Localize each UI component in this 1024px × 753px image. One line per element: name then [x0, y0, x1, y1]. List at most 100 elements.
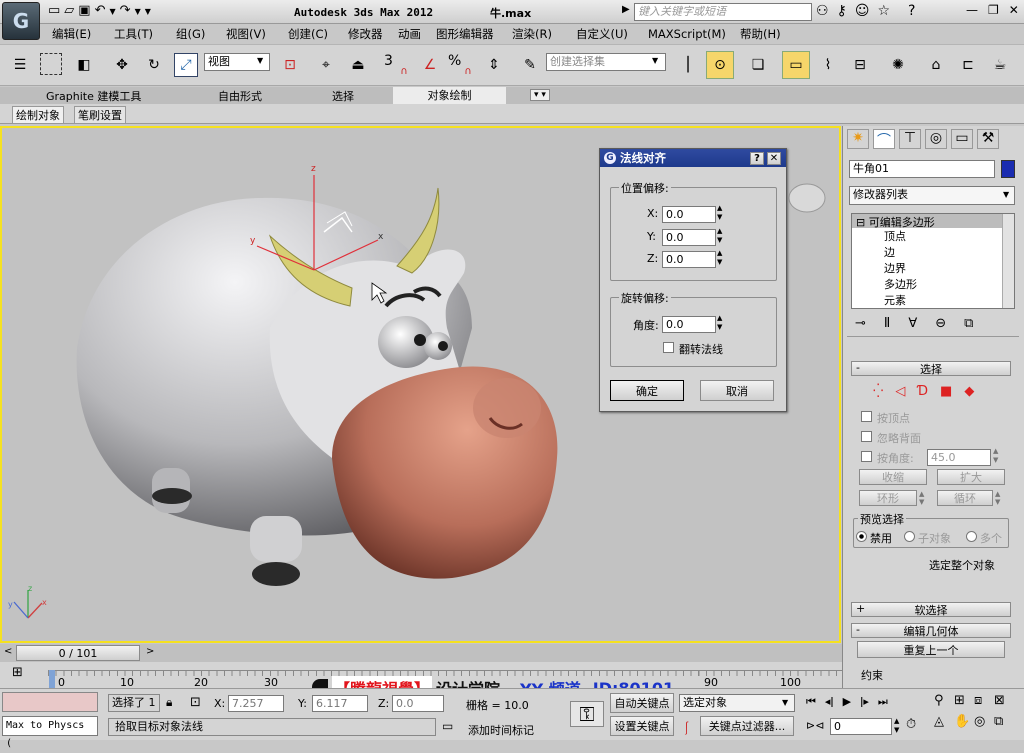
dialog-help-button[interactable]: ? [750, 152, 764, 165]
preview-multi-radio[interactable] [966, 531, 977, 542]
ignore-backfacing-checkbox[interactable] [861, 431, 872, 442]
align-icon[interactable]: ⊙ [706, 51, 734, 79]
zoom-extents-all-icon[interactable]: ⊠ [994, 693, 1014, 708]
rollout-edit-geometry-header[interactable]: - 编辑几何体 [851, 623, 1011, 638]
current-frame-input[interactable]: 0 [830, 718, 892, 735]
cancel-button[interactable]: 取消 [700, 380, 774, 401]
tab-object-paint[interactable]: 对象绘制 [393, 87, 506, 104]
stack-item-edge[interactable]: 边 [852, 244, 1014, 260]
coord-dropdown-icon[interactable]: ▼ [257, 56, 263, 65]
configure-sets-icon[interactable]: ⧉ [964, 316, 973, 331]
flip-normal-checkbox[interactable] [663, 342, 674, 353]
menu-maxscript[interactable]: MAXScript(M) [648, 27, 726, 41]
time-slider-thumb[interactable]: 0 / 101 [16, 645, 140, 661]
quick-access-menu-icon[interactable]: ▼ [145, 3, 151, 18]
open-file-icon[interactable]: ▱ [64, 3, 74, 18]
set-key-button[interactable]: 设置关键点 [610, 716, 674, 736]
lock-selection-icon[interactable]: 🔒︎ [166, 695, 172, 710]
menu-group[interactable]: 组(G) [176, 26, 205, 42]
schematic-icon[interactable]: ⊟ [848, 53, 872, 77]
stack-item-element[interactable]: 元素 [852, 292, 1014, 308]
angle-spinner-icon[interactable]: ▲ ▼ [717, 314, 722, 332]
ring-spinner-icon[interactable]: ▲ ▼ [919, 490, 924, 506]
menu-edit[interactable]: 编辑(E) [52, 26, 91, 42]
add-time-tag-text[interactable]: 添加时间标记 [468, 722, 534, 738]
window-crossing-icon[interactable]: ◧ [72, 53, 96, 77]
render-teapot-icon[interactable]: ☕ [988, 53, 1012, 77]
menu-customize[interactable]: 自定义(U) [576, 26, 628, 42]
select-region-icon[interactable] [40, 53, 62, 75]
minimize-icon[interactable]: — [966, 3, 978, 17]
pos-x-spinner-icon[interactable]: ▲ ▼ [717, 204, 722, 222]
ribbon-options-icon[interactable]: ▾ ▾ [530, 89, 550, 101]
layer-manager-icon[interactable]: ❏ [746, 53, 770, 77]
vertex-mode-icon[interactable]: ⁛ [873, 384, 883, 399]
remove-modifier-icon[interactable]: ⊖ [935, 316, 946, 331]
snap-magnet-icon[interactable]: ∩ [392, 59, 416, 83]
element-mode-icon[interactable]: ◆ [964, 384, 974, 399]
pos-z-input[interactable]: 0.0 [662, 251, 716, 268]
object-name-input[interactable]: 牛角01 [849, 160, 995, 178]
time-config-icon[interactable]: ⏱ [906, 717, 916, 732]
coord-y-input[interactable]: 6.117 [312, 695, 368, 712]
modifier-list-dropdown-icon[interactable]: ▼ [1003, 190, 1009, 199]
restore-icon[interactable]: ❐ [988, 3, 999, 17]
undo-dropdown-icon[interactable]: ▼ [110, 3, 116, 18]
rollout-selection-header[interactable]: - 选择 [851, 361, 1011, 376]
rollout-soft-selection-header[interactable]: + 软选择 [851, 602, 1011, 617]
search-arrow-icon[interactable]: ▶ [622, 4, 630, 15]
loop-spinner-icon[interactable]: ▲ ▼ [995, 490, 1000, 506]
stack-item-vertex[interactable]: 顶点 [852, 228, 1014, 244]
scale-icon[interactable]: ⤢ [174, 53, 198, 77]
make-unique-icon[interactable]: ∀ [908, 316, 917, 331]
by-angle-checkbox[interactable] [861, 451, 872, 462]
time-slider-bar[interactable]: < 0 / 101 > [0, 644, 842, 662]
spinner-snap-icon[interactable]: ⇕ [482, 53, 506, 77]
dialog-title-bar[interactable]: G 法线对齐 ? ✕ [600, 149, 786, 167]
tab-selection[interactable]: 选择 [332, 88, 354, 104]
star-icon[interactable]: ☆ [877, 3, 890, 19]
absolute-mode-icon[interactable]: ⊡ [190, 695, 201, 710]
move-icon[interactable]: ✥ [110, 53, 134, 77]
selection-dropdown-icon[interactable]: ▼ [652, 56, 658, 65]
pan-icon[interactable]: ✋ [954, 714, 974, 729]
mirror-icon[interactable]: ⎮ [676, 53, 700, 77]
material-editor-icon[interactable]: ✺ [886, 53, 910, 77]
menu-help[interactable]: 帮助(H) [740, 26, 781, 42]
preview-off-radio[interactable] [856, 531, 867, 542]
modify-panel-icon[interactable]: ⌒ [873, 129, 895, 149]
stack-item-border[interactable]: 边界 [852, 260, 1014, 276]
app-logo-icon[interactable]: G [2, 2, 40, 40]
modifier-stack[interactable]: ⊟ 可编辑多边形 顶点 边 边界 多边形 元素 [851, 213, 1015, 309]
time-prev-icon[interactable]: < [4, 646, 12, 657]
goto-start-icon[interactable]: ⏮ [806, 695, 816, 709]
subtab-paint-objects[interactable]: 绘制对象 [12, 106, 64, 124]
key-selection-dropdown-icon[interactable]: ▼ [782, 698, 788, 707]
manipulate-icon[interactable]: ⌖ [314, 53, 338, 77]
next-frame-icon[interactable]: ǀ▸ [860, 695, 869, 709]
utilities-panel-icon[interactable]: ⚒ [977, 129, 999, 149]
key-selection-select[interactable]: 选定对象 [679, 694, 795, 712]
auto-key-button[interactable]: 自动关键点 [610, 693, 674, 713]
menu-views[interactable]: 视图(V) [226, 26, 266, 42]
coord-x-input[interactable]: 7.257 [228, 695, 284, 712]
tab-freeform[interactable]: 自由形式 [218, 88, 262, 104]
grow-button[interactable]: 扩大 [937, 469, 1005, 485]
motion-panel-icon[interactable]: ◎ [925, 129, 947, 149]
maxscript-listener-pink[interactable] [2, 692, 98, 712]
normal-align-dialog[interactable]: G 法线对齐 ? ✕ 位置偏移: X: 0.0 ▲ ▼ Y: 0.0 ▲ ▼ Z: … [599, 148, 787, 412]
show-end-result-icon[interactable]: Ⅱ [884, 316, 890, 331]
help-icon[interactable]: ? [908, 3, 915, 19]
menu-rendering[interactable]: 渲染(R) [512, 26, 552, 42]
preview-subobj-radio[interactable] [904, 531, 915, 542]
keyboard-shortcut-icon[interactable]: ⏏ [346, 53, 370, 77]
by-angle-spinner-icon[interactable]: ▲ ▼ [993, 447, 998, 465]
prev-frame-icon[interactable]: ◂ǀ [825, 695, 834, 709]
frame-spinner-icon[interactable]: ▲ ▼ [894, 717, 899, 735]
save-icon[interactable]: ▣ [78, 3, 90, 18]
field-of-view-icon[interactable]: ◬ [934, 714, 954, 729]
angle-snap-icon[interactable]: ∠ [418, 53, 442, 77]
named-selection-input[interactable]: 创建选择集 [546, 53, 666, 71]
pivot-icon[interactable]: ⊡ [278, 53, 302, 77]
search-input[interactable]: 键入关键字或短语 [634, 3, 812, 21]
